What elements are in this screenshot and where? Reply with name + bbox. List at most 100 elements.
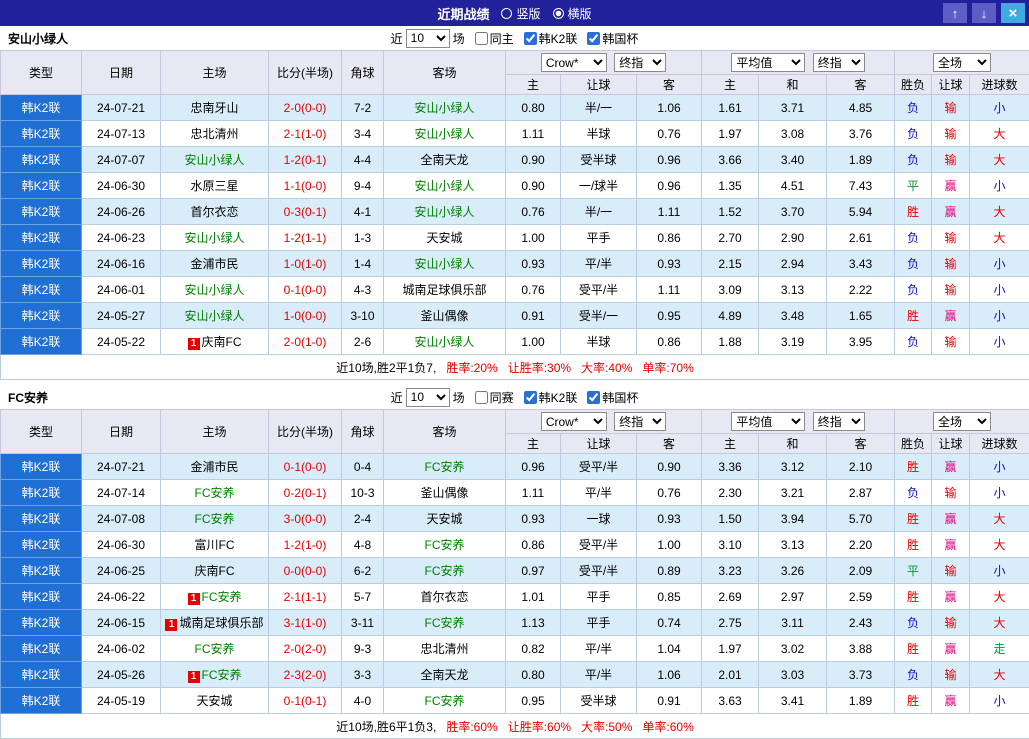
goals-cell: 小 [970,303,1029,329]
same-checkbox[interactable] [475,32,488,45]
odds-stage-select[interactable]: 终指 [614,412,666,431]
score-cell: 0-1(0-1) [269,688,342,714]
away-team-label: 城南足球俱乐部 [402,283,486,297]
bookmaker-select[interactable]: Crow* [541,53,607,72]
korea-cup-filter[interactable]: 韩国杯 [587,30,638,47]
goals-cell: 小 [970,173,1029,199]
avg-draw-cell: 3.13 [759,277,827,303]
matches-table: 类型 日期 主场 比分(半场) 角球 客场 Crow* 终指 平均值 终指 [0,409,1029,739]
odds-handicap-cell: 受平/半 [561,532,637,558]
section-controls: 安山小绿人 近 10 场 同主 韩K2联 韩国杯 [0,26,1029,50]
horizontal-radio-label: 横版 [568,5,592,22]
corner-cell: 0-4 [342,454,384,480]
avg-stage-select[interactable]: 终指 [813,412,865,431]
match-count-select[interactable]: 10 [406,388,450,407]
col-avg-away: 客 [827,75,895,95]
red-card-badge: 1 [188,671,200,683]
home-team-label: 安山小绿人 [184,231,244,245]
avg-draw-cell: 3.12 [759,454,827,480]
rate-text: 让胜率:30% [508,361,571,375]
layout-vertical-option[interactable]: 竖版 [501,5,540,22]
odds-away-cell: 0.93 [637,506,702,532]
home-team-label: FC安养 [195,486,235,500]
layout-horizontal-option[interactable]: 横版 [553,5,592,22]
match-row: 韩K2联24-06-30水原三星1-1(0-0)9-4安山小绿人0.90一/球半… [1,173,1029,199]
avg-stage-select[interactable]: 终指 [813,53,865,72]
score-cell: 0-2(0-1) [269,480,342,506]
scope-select[interactable]: 全场 [933,412,991,431]
odds-stage-select[interactable]: 终指 [614,53,666,72]
match-row: 韩K2联24-05-27安山小绿人1-0(0-0)3-10釜山偶像0.91受半/… [1,303,1029,329]
col-corner: 角球 [342,51,384,95]
handicap-result-cell: 赢 [932,636,970,662]
korea-cup-filter[interactable]: 韩国杯 [587,389,638,406]
col-date: 日期 [82,410,161,454]
odds-handicap-cell: 一/球半 [561,173,637,199]
avg-draw-cell: 3.71 [759,95,827,121]
k2-league-checkbox[interactable] [524,391,537,404]
same-filter[interactable]: 同赛 [475,389,514,406]
horizontal-radio[interactable] [553,8,564,19]
col-home: 主场 [161,51,269,95]
k2-league-checkbox[interactable] [524,32,537,45]
league-cell: 韩K2联 [1,95,82,121]
handicap-result-cell: 赢 [932,532,970,558]
date-cell: 24-06-25 [82,558,161,584]
odds-away-cell: 0.76 [637,480,702,506]
avg-home-cell: 2.15 [702,251,759,277]
goals-cell: 小 [970,329,1029,355]
result-cell: 负 [895,329,932,355]
bookmaker-select[interactable]: Crow* [541,412,607,431]
average-select[interactable]: 平均值 [731,53,805,72]
date-cell: 24-05-19 [82,688,161,714]
goals-cell: 小 [970,558,1029,584]
odds-away-cell: 0.85 [637,584,702,610]
matches-label: 场 [453,389,465,406]
k2-league-filter[interactable]: 韩K2联 [524,389,578,406]
match-count-select[interactable]: 10 [406,29,450,48]
avg-away-cell: 3.76 [827,121,895,147]
away-team-cell: 安山小绿人 [384,329,506,355]
away-team-label: FC安养 [425,564,465,578]
away-team-cell: FC安养 [384,532,506,558]
scope-select[interactable]: 全场 [933,53,991,72]
same-checkbox[interactable] [475,391,488,404]
k2-league-filter[interactable]: 韩K2联 [524,30,578,47]
home-team-label: 庆南FC [195,564,235,578]
close-button[interactable]: × [1001,3,1025,23]
away-team-cell: 釜山偶像 [384,303,506,329]
col-goals: 进球数 [970,434,1029,454]
move-up-button[interactable]: ↑ [943,3,967,23]
move-down-button[interactable]: ↓ [972,3,996,23]
goals-cell: 大 [970,121,1029,147]
odds-handicap-cell: 受半/一 [561,303,637,329]
vertical-radio[interactable] [501,8,512,19]
same-filter[interactable]: 同主 [475,30,514,47]
away-team-cell: 忠北清州 [384,636,506,662]
home-team-label: 富川FC [195,538,235,552]
odds-home-cell: 0.97 [506,558,561,584]
average-select[interactable]: 平均值 [731,412,805,431]
korea-cup-checkbox[interactable] [587,32,600,45]
col-avg-draw: 和 [759,75,827,95]
result-cell: 胜 [895,506,932,532]
col-avg-draw: 和 [759,434,827,454]
team-name: FC安养 [8,389,48,406]
league-cell: 韩K2联 [1,584,82,610]
avg-away-cell: 2.22 [827,277,895,303]
odds-home-cell: 0.86 [506,532,561,558]
avg-away-cell: 2.61 [827,225,895,251]
corner-cell: 4-4 [342,147,384,173]
avg-home-cell: 3.09 [702,277,759,303]
col-score: 比分(半场) [269,410,342,454]
korea-cup-checkbox[interactable] [587,391,600,404]
col-home: 主场 [161,410,269,454]
date-cell: 24-06-30 [82,173,161,199]
record-text: 近10场,胜6平1负3, [336,720,436,734]
avg-home-cell: 4.89 [702,303,759,329]
avg-draw-cell: 3.26 [759,558,827,584]
goals-cell: 小 [970,277,1029,303]
avg-away-cell: 5.70 [827,506,895,532]
corner-cell: 3-11 [342,610,384,636]
rate-text: 让胜率:60% [508,720,571,734]
